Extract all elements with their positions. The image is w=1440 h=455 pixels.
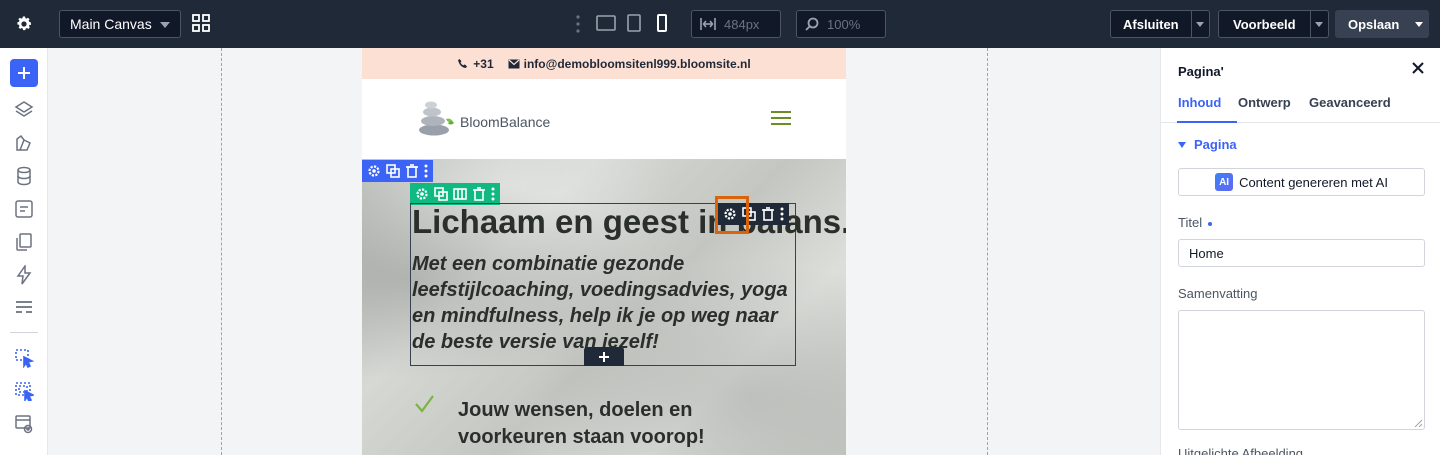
plus-icon	[599, 351, 609, 362]
search-icon	[805, 17, 819, 31]
hero-subtitle[interactable]: Met een combinatie gezonde leefstijlcoac…	[412, 251, 796, 355]
hero-section[interactable]: Lichaam en geest in balans. Met een comb…	[362, 159, 846, 455]
canvas-guide-right	[987, 48, 988, 455]
title-field-label: Titel	[1178, 215, 1213, 230]
width-arrows-icon	[700, 18, 716, 30]
row-toolbar	[410, 183, 500, 205]
trash-icon[interactable]	[404, 163, 420, 179]
section-toolbar	[362, 160, 433, 182]
canvas-guide-left	[221, 48, 222, 455]
contact-phone[interactable]: +31	[457, 56, 494, 71]
top-toolbar: Main Canvas 484px 100% Afsluiten Voorbee…	[0, 0, 1440, 48]
form-icon[interactable]	[14, 199, 34, 219]
columns-icon[interactable]	[452, 186, 468, 202]
tablet-view-icon[interactable]	[627, 14, 641, 37]
chevron-down-icon[interactable]	[1190, 11, 1209, 37]
feature-text[interactable]: Jouw wensen, doelen en voorkeuren staan …	[458, 397, 758, 451]
gear-icon[interactable]	[366, 163, 382, 179]
save-label: Opslaan	[1348, 16, 1400, 32]
contact-email[interactable]: info@demobloomsitenl999.bloomsite.nl	[508, 57, 751, 71]
grid-layout-icon[interactable]	[192, 14, 210, 32]
save-button[interactable]: Opslaan	[1335, 10, 1429, 38]
zoom-field[interactable]: 100%	[796, 10, 886, 38]
gear-icon[interactable]	[414, 186, 430, 202]
database-icon[interactable]	[14, 166, 34, 186]
settings-gear-icon[interactable]	[0, 0, 48, 48]
ai-icon: AI	[1215, 173, 1234, 191]
panel-tabs: Inhoud Ontwerp Geavanceerd	[1161, 94, 1440, 123]
active-tab-indicator	[1177, 121, 1237, 123]
caret-down-icon	[1178, 141, 1186, 148]
pages-copy-icon[interactable]	[14, 232, 34, 252]
editor-canvas[interactable]: +31 info@demobloomsitenl999.bloomsite.nl…	[48, 48, 1160, 455]
trash-icon[interactable]	[471, 186, 487, 202]
ai-button-label: Content genereren met AI	[1239, 174, 1388, 190]
canvas-select-value: Main Canvas	[70, 16, 152, 32]
checkmark-icon	[414, 395, 434, 418]
close-icon[interactable]	[1411, 61, 1425, 75]
panel-title: Pagina'	[1178, 64, 1224, 79]
more-vertical-icon[interactable]	[490, 186, 496, 202]
sidebar-divider	[10, 332, 38, 333]
add-block-button[interactable]	[584, 347, 624, 366]
site-header: BloomBalance	[362, 79, 846, 159]
phone-icon	[458, 58, 468, 68]
preview-button[interactable]: Voorbeeld	[1218, 10, 1329, 38]
close-editor-label: Afsluiten	[1123, 16, 1179, 32]
settings-panel: Pagina' Inhoud Ontwerp Geavanceerd Pagin…	[1160, 48, 1440, 455]
select-element-icon[interactable]	[14, 348, 35, 369]
resize-handle-icon[interactable]	[1414, 419, 1422, 427]
more-vertical-icon[interactable]	[779, 206, 785, 222]
tab-geavanceerd[interactable]: Geavanceerd	[1309, 95, 1391, 110]
required-dot	[1208, 221, 1213, 226]
duplicate-icon[interactable]	[385, 163, 401, 179]
duplicate-icon[interactable]	[433, 186, 449, 202]
summary-field-label: Samenvatting	[1178, 286, 1258, 301]
select-section-icon[interactable]	[14, 381, 36, 403]
page-preview[interactable]: +31 info@demobloomsitenl999.bloomsite.nl…	[362, 48, 846, 455]
envelope-icon	[508, 59, 520, 68]
canvas-width-field[interactable]: 484px	[691, 10, 781, 38]
close-editor-button[interactable]: Afsluiten	[1110, 10, 1210, 38]
title-input-value: Home	[1189, 245, 1224, 261]
section-header-pagina[interactable]: Pagina	[1178, 137, 1237, 152]
sections-icon[interactable]	[14, 298, 34, 318]
template-view-icon[interactable]	[14, 414, 34, 434]
lightning-icon[interactable]	[14, 263, 34, 285]
preview-label: Voorbeeld	[1233, 16, 1296, 32]
chevron-down-icon[interactable]	[1409, 10, 1429, 38]
phone-text: +31	[473, 56, 494, 71]
summary-textarea[interactable]	[1178, 310, 1425, 430]
more-vertical-icon[interactable]	[423, 163, 429, 179]
generate-ai-content-button[interactable]: AI Content genereren met AI	[1178, 168, 1425, 196]
stone-stack-logo-icon	[419, 101, 454, 136]
canvas-width-value: 484px	[724, 16, 760, 32]
zoom-value: 100%	[827, 16, 861, 32]
chevron-down-icon[interactable]	[1309, 11, 1328, 37]
mobile-view-icon[interactable]	[656, 14, 668, 37]
highlighted-settings-target	[715, 196, 749, 234]
add-element-button[interactable]	[10, 59, 38, 87]
desktop-view-icon[interactable]	[596, 14, 616, 37]
more-vertical-icon[interactable]	[576, 15, 580, 38]
tab-ontwerp[interactable]: Ontwerp	[1238, 95, 1291, 110]
layers-icon[interactable]	[14, 100, 34, 120]
hamburger-menu-icon[interactable]	[771, 111, 791, 125]
logo-text: BloomBalance	[460, 114, 551, 130]
section-label: Pagina	[1194, 137, 1237, 152]
left-sidebar	[0, 48, 48, 455]
chevron-down-icon	[160, 22, 170, 28]
trash-icon[interactable]	[760, 206, 776, 222]
canvas-select[interactable]: Main Canvas	[59, 10, 181, 38]
title-label-text: Titel	[1178, 215, 1203, 230]
email-text: info@demobloomsitenl999.bloomsite.nl	[523, 56, 751, 71]
featured-image-label: Uitgelichte Afbeelding	[1178, 446, 1304, 455]
title-input[interactable]: Home	[1178, 239, 1425, 267]
site-logo[interactable]: BloomBalance	[418, 100, 550, 136]
contact-bar: +31 info@demobloomsitenl999.bloomsite.nl	[362, 48, 846, 79]
tab-inhoud[interactable]: Inhoud	[1178, 95, 1221, 110]
plus-icon	[18, 67, 30, 79]
design-brush-icon[interactable]	[14, 133, 34, 153]
